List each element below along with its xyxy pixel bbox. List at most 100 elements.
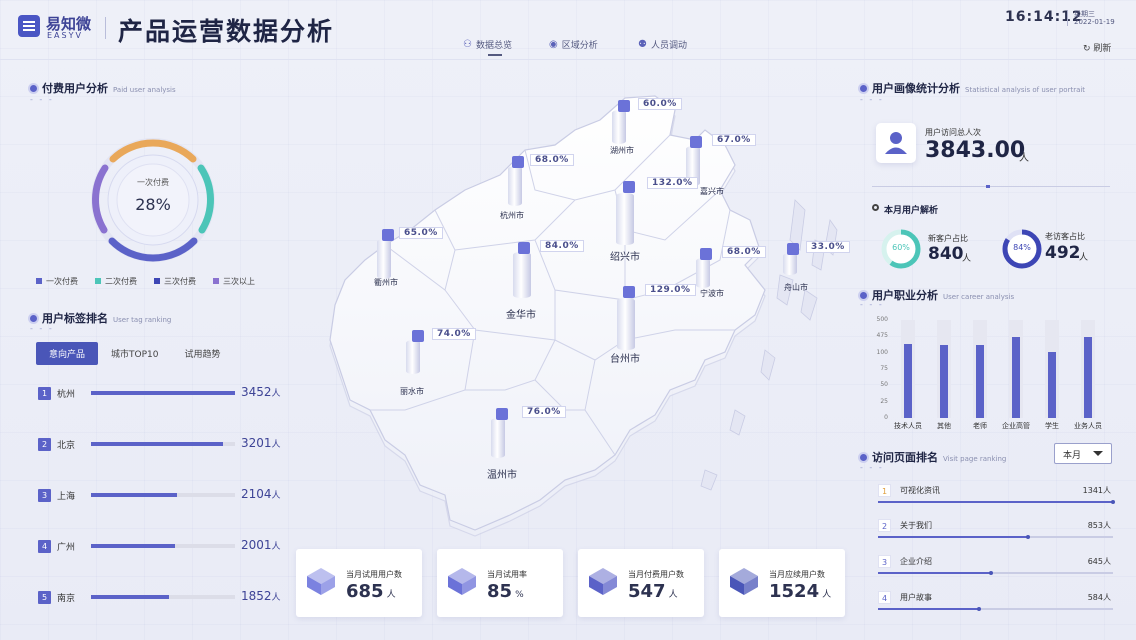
map-percent-tag: 129.0% xyxy=(645,284,696,296)
rank-value-unit: 人 xyxy=(271,542,281,552)
pct-tag-icon xyxy=(690,136,702,148)
rank-value-unit: 人 xyxy=(271,389,281,399)
tab-trial-trend[interactable]: 试用趋势 xyxy=(171,342,233,365)
bar xyxy=(976,344,984,418)
title-underline: - - - xyxy=(30,95,54,104)
nav-active-indicator xyxy=(488,54,502,56)
list-item: 1 杭州 3452人 xyxy=(38,385,283,402)
rank-value-number: 1852 xyxy=(241,589,272,603)
title-underline: - - - xyxy=(30,324,54,333)
rank-value-number: 3452 xyxy=(241,385,272,399)
rank-value-unit: 人 xyxy=(271,491,281,501)
donut-legend: 一次付费 二次付费 三次付费 三次以上 xyxy=(36,276,255,287)
pct-tag-icon xyxy=(623,286,635,298)
y-tick-label: 475 xyxy=(876,332,888,340)
pct-tag-icon xyxy=(518,242,530,254)
stat-card-value: 547 人 xyxy=(628,581,678,602)
stat-card-unit: 人 xyxy=(668,590,678,600)
rank-value-unit: 人 xyxy=(271,593,281,603)
rank-value-unit: 人 xyxy=(271,440,281,450)
rank-value: 3452人 xyxy=(241,385,281,399)
bar xyxy=(1084,336,1092,418)
y-tick-label: 100 xyxy=(876,348,888,356)
tab-city-top10[interactable]: 城市TOP10 xyxy=(98,342,171,365)
nav-label: 数据总览 xyxy=(475,41,512,51)
nav-item-staff[interactable]: ⚉ 人员调动 xyxy=(638,38,687,51)
tab-intent-product[interactable]: 意向产品 xyxy=(36,342,99,365)
pct-tag-icon xyxy=(787,243,799,255)
divider xyxy=(105,17,106,39)
map-percent-tag: 74.0% xyxy=(432,328,476,340)
pct-tag-icon xyxy=(512,156,524,168)
map-percent-tag: 76.0% xyxy=(522,406,566,418)
stat-card-unit: 人 xyxy=(386,590,396,600)
refresh-icon: ↻ xyxy=(1083,44,1091,54)
bullet-icon xyxy=(30,85,37,92)
map-percent-tag: 68.0% xyxy=(530,154,574,166)
portrait-title: 用户画像统计分析 Statistical analysis of user po… xyxy=(860,80,1085,96)
rank-value: 1852人 xyxy=(241,589,281,603)
rank-value: 2001人 xyxy=(241,538,281,552)
portrait-divider xyxy=(872,185,1110,188)
pct-tag-icon xyxy=(700,248,712,260)
user-tags-tabs: 意向产品 城市TOP10 试用趋势 xyxy=(36,342,234,365)
pct-tag-icon xyxy=(623,181,635,193)
zhejiang-map xyxy=(329,95,838,537)
stat-card: 当月试用用户数 685 人 xyxy=(296,549,422,617)
legend-item: 二次付费 xyxy=(95,276,137,287)
section-title: 用户画像统计分析 xyxy=(872,82,960,95)
paid-users-title: 付费用户分析 Paid user analysis xyxy=(30,80,176,96)
returning-visitor-unit: 人 xyxy=(1079,253,1089,263)
refresh-button[interactable]: ↻ 刷新 xyxy=(1083,41,1111,54)
rank-badge: 4 xyxy=(878,591,891,604)
map-pillar xyxy=(616,193,634,245)
map-percent-tag: 33.0% xyxy=(806,241,850,253)
page-name: 关于我们 xyxy=(900,521,932,530)
stat-card-unit: 人 xyxy=(822,590,832,600)
circle-bullet-icon xyxy=(872,204,879,211)
rank-value-number: 2104 xyxy=(241,487,272,501)
map-city-label: 湖州市 xyxy=(610,146,634,155)
stat-card-value: 85% xyxy=(487,581,524,602)
x-tick-label: 技术人员 xyxy=(894,422,922,430)
section-subtitle: User tag ranking xyxy=(113,316,172,324)
bar xyxy=(1048,352,1056,418)
isometric-icon xyxy=(445,564,479,598)
map-city-label: 台州市 xyxy=(610,354,640,365)
page-name: 用户故事 xyxy=(900,593,932,602)
clock-date: 2022-01-19 xyxy=(1074,18,1115,26)
rank-bar-track xyxy=(91,544,235,548)
y-tick-label: 500 xyxy=(876,316,888,323)
list-item: 4 用户故事 584人 xyxy=(878,591,1113,613)
nav-item-region[interactable]: ◉ 区域分析 xyxy=(549,38,598,51)
nav-item-overview[interactable]: ⚇ 数据总览 xyxy=(463,38,512,51)
rank-bar-track xyxy=(91,442,235,446)
period-select[interactable]: 本月 xyxy=(1054,443,1112,464)
page-visits: 645人 xyxy=(1087,557,1111,566)
map-percent-tag: 84.0% xyxy=(540,240,584,252)
list-item: 3 上海 2104人 xyxy=(38,487,283,504)
pct-tag-icon xyxy=(412,330,424,342)
page-visits: 853人 xyxy=(1087,521,1111,530)
isometric-icon xyxy=(727,564,761,598)
map-pillar xyxy=(696,258,710,288)
legend-swatch xyxy=(95,278,101,284)
map-city-label: 杭州市 xyxy=(500,211,524,220)
map-percent-tag: 67.0% xyxy=(712,134,756,146)
legend-swatch xyxy=(36,278,42,284)
legend-item: 一次付费 xyxy=(36,276,78,287)
pct-tag-icon xyxy=(618,100,630,112)
pct-tag-icon xyxy=(496,408,508,420)
map-pillar xyxy=(491,418,505,458)
visit-bar-track xyxy=(878,535,1113,539)
visit-bar-fill xyxy=(878,571,993,575)
refresh-label: 刷新 xyxy=(1093,44,1112,54)
rank-city: 广州 xyxy=(57,543,76,553)
nav-label: 人员调动 xyxy=(650,41,687,51)
list-item: 2 北京 3201人 xyxy=(38,436,283,453)
rank-badge: 1 xyxy=(38,387,51,400)
map-pillar xyxy=(612,110,626,144)
page-name: 企业介绍 xyxy=(900,557,932,566)
rank-bar-fill xyxy=(91,391,235,395)
divider xyxy=(1067,10,1068,26)
